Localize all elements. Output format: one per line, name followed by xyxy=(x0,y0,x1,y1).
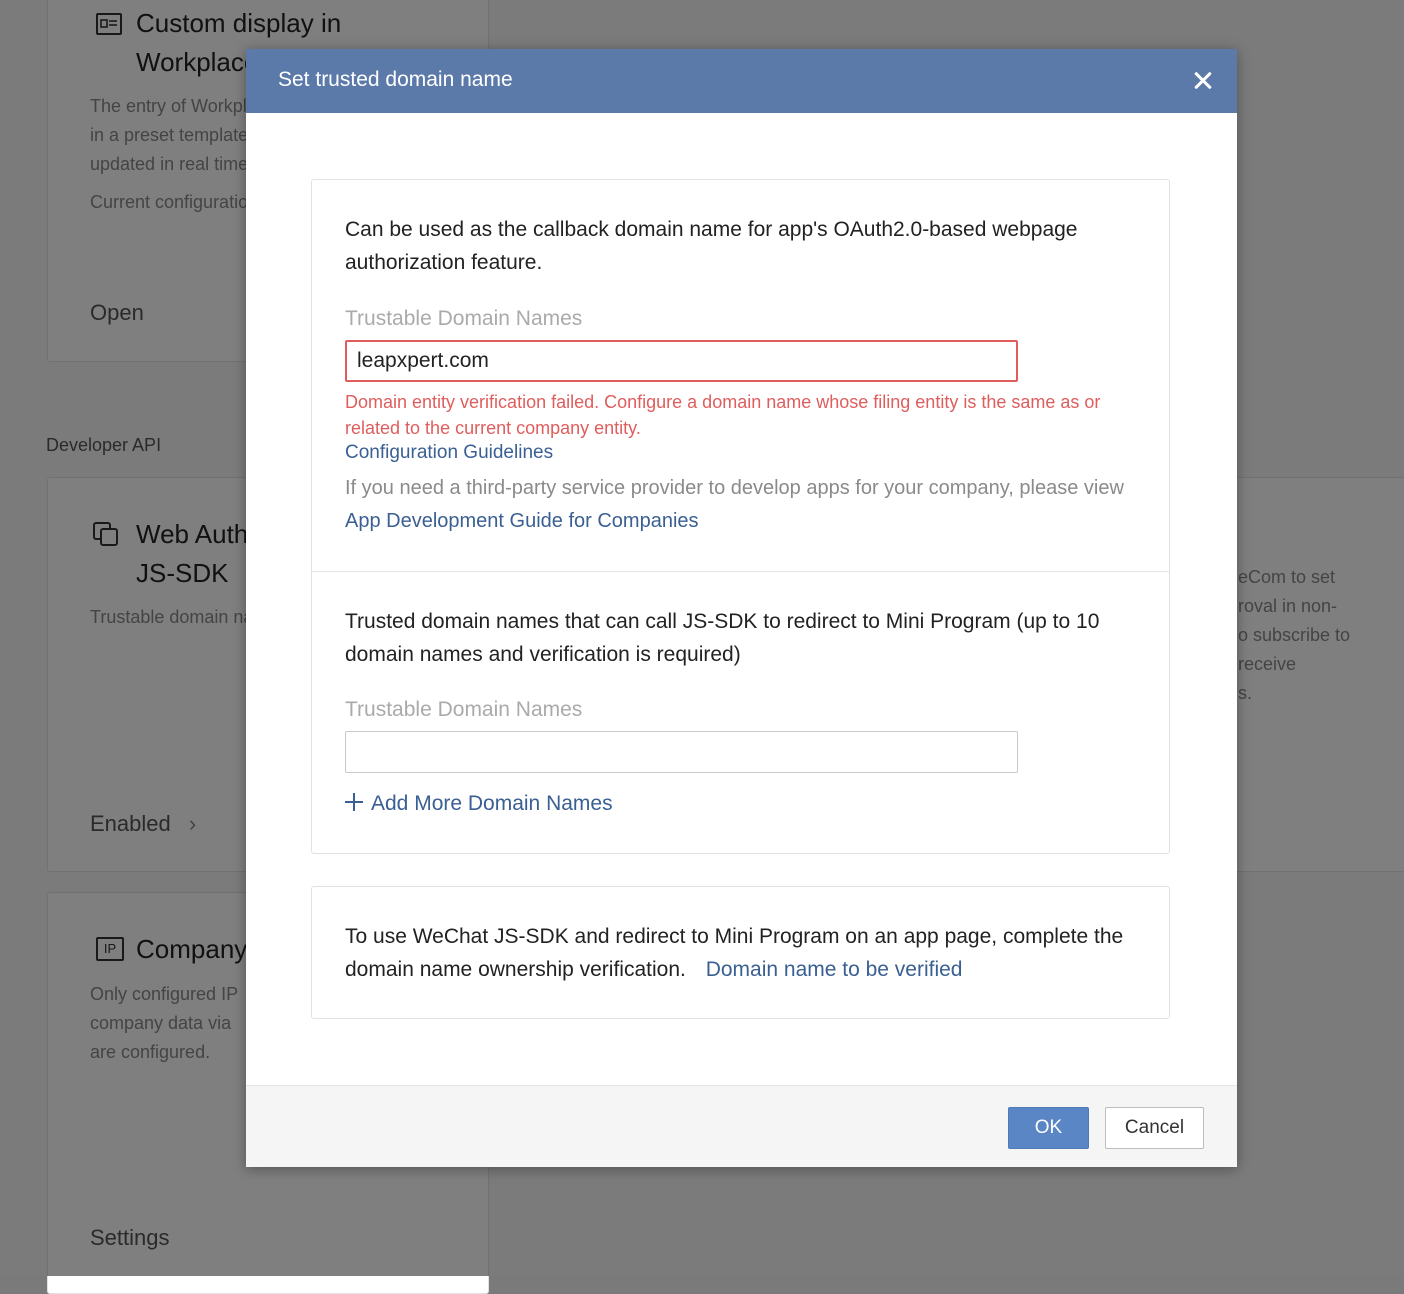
add-more-domains-button[interactable]: Add More Domain Names xyxy=(345,792,613,816)
trustable-domain-label: Trustable Domain Names xyxy=(345,307,583,330)
dialog-footer: OK Cancel xyxy=(246,1085,1237,1167)
oauth-description: Can be used as the callback domain name … xyxy=(345,218,1078,274)
third-party-note: If you need a third-party service provid… xyxy=(345,472,1145,538)
trusted-domain-dialog: Set trusted domain name Can be used as t… xyxy=(246,49,1237,1167)
domain-to-verify-link[interactable]: Domain name to be verified xyxy=(706,958,963,981)
jssdk-description: Trusted domain names that can call JS-SD… xyxy=(345,610,1100,666)
verification-panel: To use WeChat JS-SDK and redirect to Min… xyxy=(311,886,1170,1019)
trustable-domain-label: Trustable Domain Names xyxy=(345,698,583,721)
domain-settings-panel: Can be used as the callback domain name … xyxy=(311,179,1170,854)
jssdk-domain-input[interactable] xyxy=(345,731,1018,773)
close-icon[interactable] xyxy=(1185,63,1221,99)
cancel-button[interactable]: Cancel xyxy=(1105,1107,1204,1149)
oauth-domain-input[interactable] xyxy=(345,340,1018,382)
configuration-guidelines-link[interactable]: Configuration Guidelines xyxy=(345,442,553,464)
oauth-section: Can be used as the callback domain name … xyxy=(312,180,1169,572)
add-more-label: Add More Domain Names xyxy=(371,792,613,815)
app-development-guide-link[interactable]: App Development Guide for Companies xyxy=(345,510,699,532)
third-party-text: If you need a third-party service provid… xyxy=(345,477,1124,499)
dialog-header: Set trusted domain name xyxy=(246,49,1237,113)
ok-button[interactable]: OK xyxy=(1008,1107,1089,1149)
verification-text: To use WeChat JS-SDK and redirect to Min… xyxy=(345,920,1145,986)
jssdk-section: Trusted domain names that can call JS-SD… xyxy=(312,572,1169,853)
plus-icon xyxy=(345,793,363,811)
verification-error: Domain entity verification failed. Confi… xyxy=(345,392,1101,438)
dialog-title: Set trusted domain name xyxy=(278,68,513,91)
